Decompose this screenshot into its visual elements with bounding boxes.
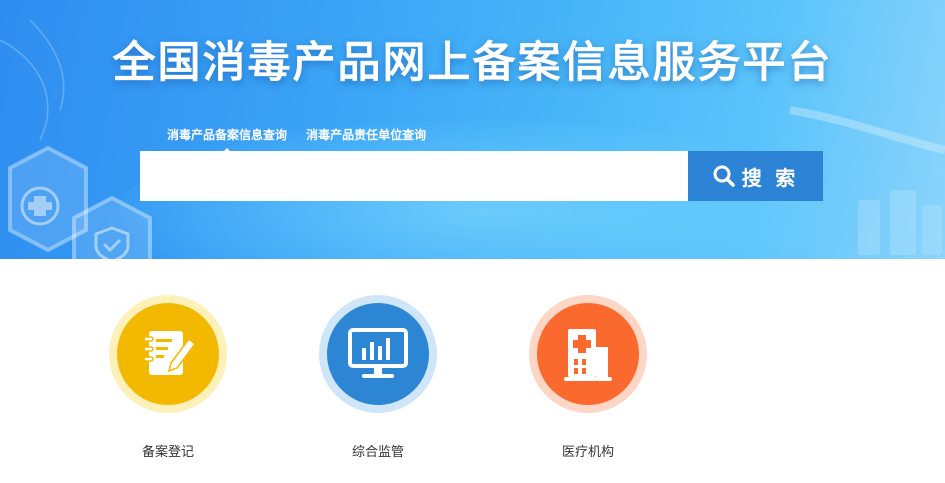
service-disc <box>327 303 429 405</box>
register-notebook-icon <box>143 331 197 375</box>
banner: 全国消毒产品网上备案信息服务平台 消毒产品备案信息查询 消毒产品责任单位查询 搜… <box>0 0 945 259</box>
search-button-label: 搜 索 <box>741 167 800 190</box>
search-tabs: 消毒产品备案信息查询 消毒产品责任单位查询 <box>167 124 440 155</box>
tab-product-filing-query[interactable]: 消毒产品备案信息查询 <box>167 126 287 155</box>
monitor-chart-icon <box>348 328 408 378</box>
service-label: 综合监管 <box>351 445 404 460</box>
service-label: 医疗机构 <box>561 445 614 460</box>
search-button[interactable]: 搜 索 <box>688 151 823 201</box>
service-ring <box>529 295 647 413</box>
service-medical-institutions[interactable]: 医疗机构 <box>528 295 648 460</box>
hospital-icon <box>564 329 612 381</box>
tab-responsible-unit-query[interactable]: 消毒产品责任单位查询 <box>306 126 426 144</box>
service-ring <box>109 295 227 413</box>
service-comprehensive-supervision[interactable]: 综合监管 <box>318 295 438 460</box>
service-disc <box>537 303 639 405</box>
search-icon <box>713 165 735 187</box>
search-input[interactable] <box>140 151 688 201</box>
service-filing-registration[interactable]: 备案登记 <box>108 295 228 460</box>
service-label: 备案登记 <box>141 445 194 460</box>
service-ring <box>319 295 437 413</box>
service-disc <box>117 303 219 405</box>
page-title: 全国消毒产品网上备案信息服务平台 <box>112 38 833 88</box>
